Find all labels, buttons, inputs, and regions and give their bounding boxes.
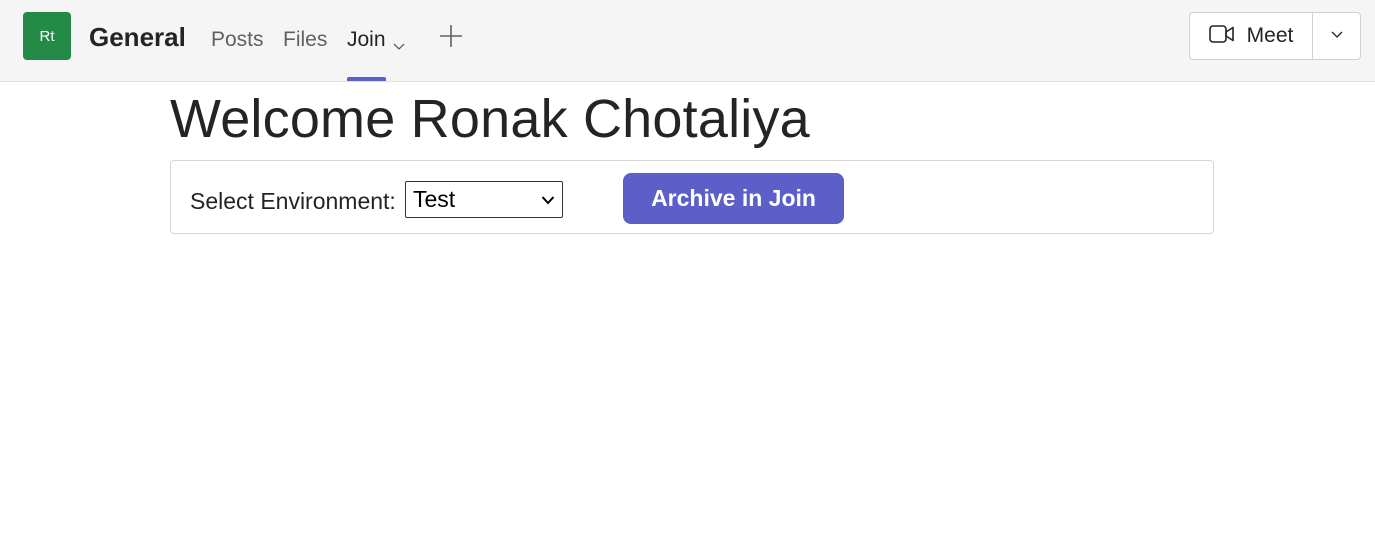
meet-label: Meet <box>1246 24 1294 47</box>
chevron-down-icon <box>541 193 555 207</box>
tab-join-label: Join <box>347 28 386 51</box>
active-tab-indicator <box>347 77 386 81</box>
meet-dropdown-button[interactable] <box>1313 13 1360 59</box>
video-camera-icon <box>1208 24 1235 49</box>
chevron-down-icon[interactable] <box>392 33 406 50</box>
environment-select[interactable]: Test <box>405 181 563 218</box>
tab-files[interactable]: Files <box>283 26 327 54</box>
tab-posts[interactable]: Posts <box>211 26 264 54</box>
meet-button[interactable]: Meet <box>1190 13 1313 59</box>
environment-selected-value: Test <box>413 186 456 212</box>
archive-in-join-button[interactable]: Archive in Join <box>623 173 844 224</box>
environment-label: Select Environment: <box>190 188 396 214</box>
chevron-down-icon <box>1330 27 1344 46</box>
meet-button-group: Meet <box>1189 12 1361 60</box>
plus-icon[interactable] <box>437 22 465 50</box>
welcome-heading: Welcome Ronak Chotaliya <box>170 89 810 149</box>
channel-name: General <box>89 22 186 52</box>
team-avatar[interactable]: Rt <box>23 12 71 60</box>
app-header: Rt General Posts Files Join Meet <box>0 0 1375 82</box>
environment-panel: Select Environment: Test Archive in Join <box>170 160 1214 234</box>
tab-join[interactable]: Join <box>347 26 406 54</box>
